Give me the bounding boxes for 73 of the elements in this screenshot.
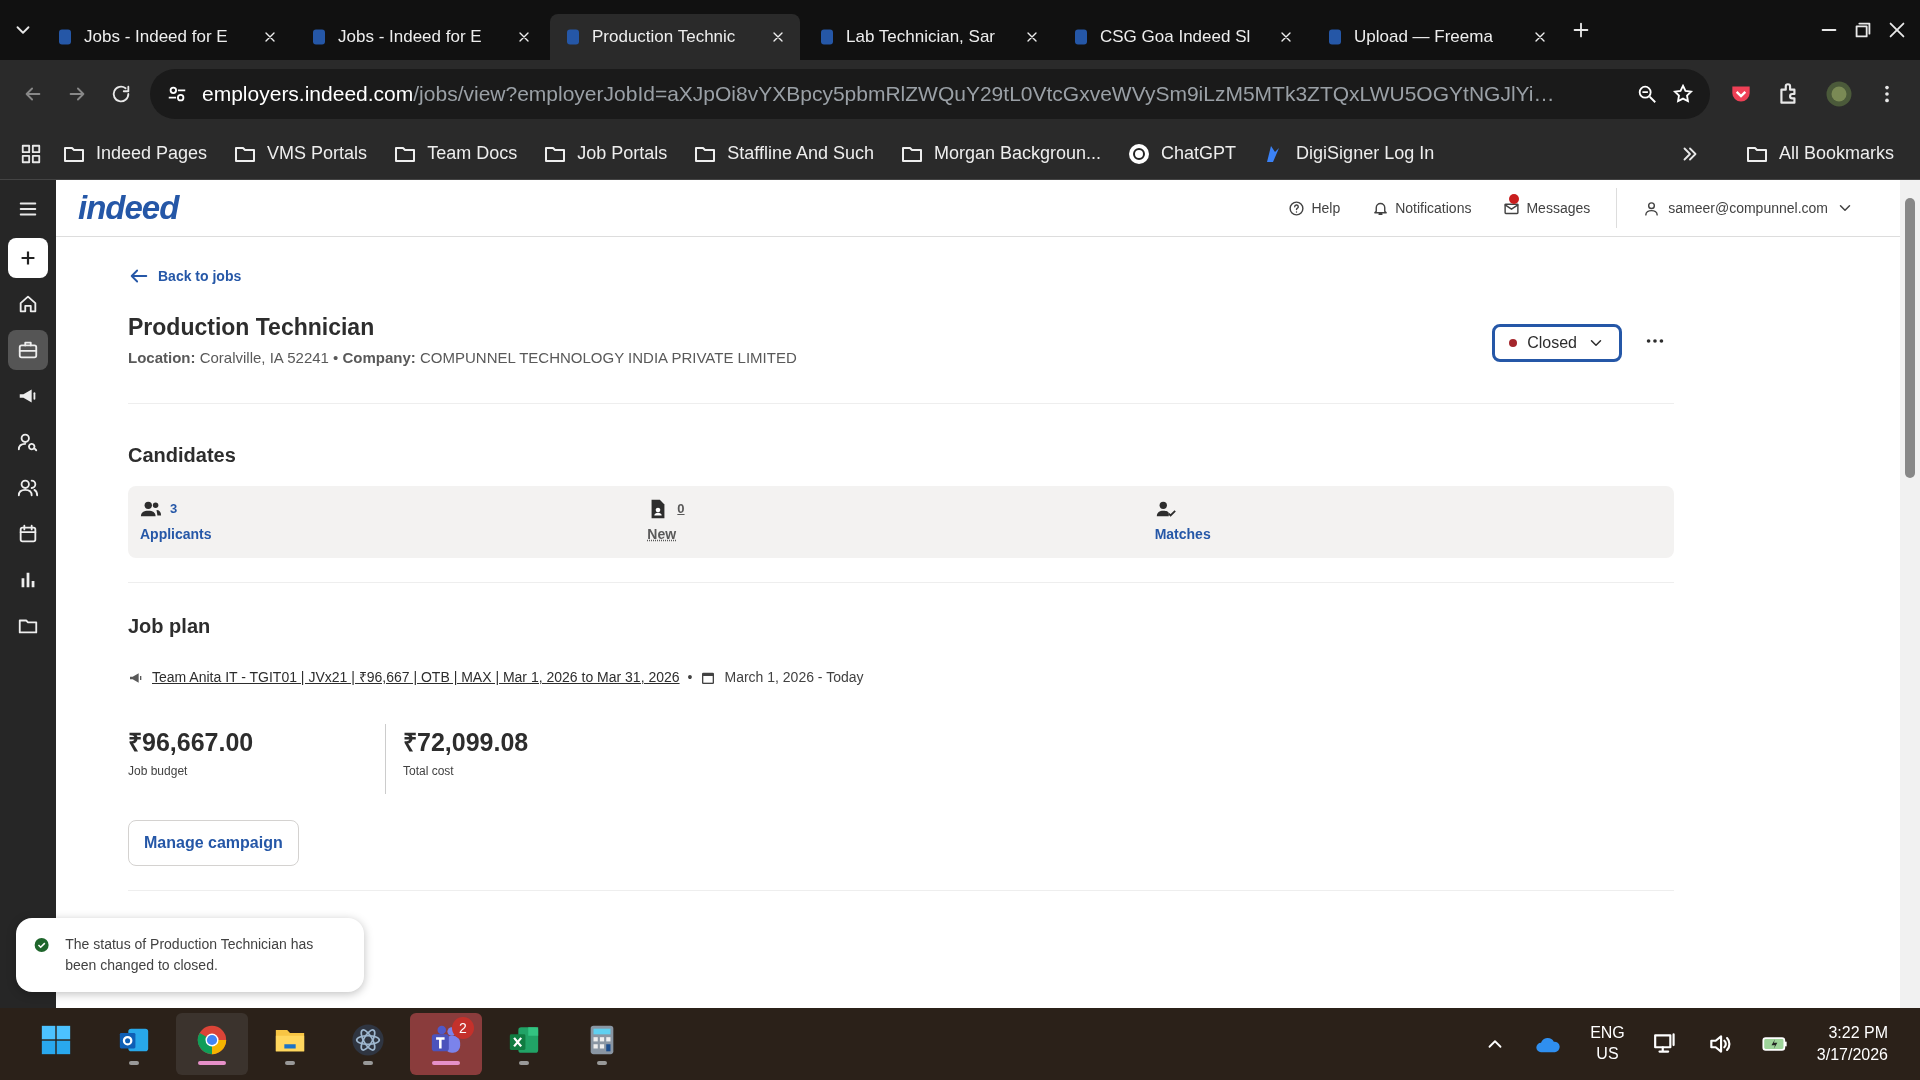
candidate-link[interactable]: New bbox=[647, 524, 677, 545]
scrollbar-thumb[interactable] bbox=[1905, 198, 1915, 478]
help-icon bbox=[1288, 199, 1306, 217]
browser-tab[interactable]: CSG Goa Indeed Sl bbox=[1058, 14, 1308, 60]
bookmark[interactable]: Indeed Pages bbox=[52, 136, 218, 171]
url-text: employers.indeed.com/jobs/view?employerJobId=aXJpOi8vYXBpcy5pbmRlZWQuY29tL0VtcGxveWVySm9iLzM5MTk3ZTQxLWU5OGYtNGJlYi… bbox=[202, 81, 1555, 108]
home-icon bbox=[17, 293, 39, 315]
candidate-link[interactable]: Matches bbox=[1154, 524, 1211, 545]
atom-app-icon bbox=[351, 1023, 385, 1057]
browser-tab[interactable]: Jobs - Indeed for E bbox=[296, 14, 546, 60]
manage-campaign-button[interactable]: Manage campaign bbox=[128, 819, 299, 866]
favicon-icon bbox=[56, 28, 74, 46]
notification-badge: 2 bbox=[452, 1017, 474, 1039]
browser-tab[interactable]: Jobs - Indeed for E bbox=[42, 14, 292, 60]
add-button[interactable] bbox=[8, 238, 48, 278]
briefcase-icon bbox=[17, 339, 39, 361]
amount-label: Job budget bbox=[128, 762, 189, 780]
person-icon bbox=[1643, 199, 1661, 217]
clock[interactable]: 3:22 PM 3/17/2026 bbox=[1812, 1017, 1892, 1071]
zoom-icon[interactable] bbox=[1636, 83, 1658, 105]
toast-message: The status of Production Technician has been changed to closed. bbox=[65, 935, 315, 975]
status-dot bbox=[1509, 339, 1518, 347]
candidate-link[interactable]: Applicants bbox=[140, 524, 212, 545]
bookmark[interactable]: Morgan Backgroun... bbox=[890, 136, 1112, 171]
bookmark[interactable]: VMS Portals bbox=[223, 136, 378, 171]
reload-icon[interactable] bbox=[110, 83, 132, 105]
account-menu[interactable]: sameer@compunnel.com bbox=[1637, 196, 1860, 220]
bookmark[interactable]: ChatGPT bbox=[1117, 136, 1247, 171]
job-details: Location: Coralville, IA 52241 • Company: COMPUNNEL TECHNOLOGY INDIA PRIVATE LIMITED bbox=[128, 347, 798, 368]
taskbar-app[interactable]: 2 bbox=[410, 1013, 482, 1075]
job-title: Production Technician bbox=[128, 313, 376, 342]
favicon-icon bbox=[310, 28, 328, 46]
favicon-icon bbox=[1072, 28, 1090, 46]
status-dropdown[interactable]: Closed bbox=[1492, 324, 1622, 362]
browser-tab[interactable]: Lab Technician, Sar bbox=[804, 14, 1054, 60]
messages-link[interactable]: Messages bbox=[1497, 196, 1597, 220]
star-icon[interactable] bbox=[1672, 83, 1694, 105]
date-range: March 1, 2026 - Today bbox=[724, 668, 864, 687]
browser-app-icon bbox=[195, 1023, 229, 1057]
amount-label: Total cost bbox=[403, 762, 455, 780]
chat-logo-icon bbox=[1127, 141, 1152, 166]
address-bar[interactable]: employers.indeed.com/jobs/view?employerJobId=aXJpOi8vYXBpcy5pbmRlZWQuY29tL0VtcGxveWVySm9iLzM5MTk3ZTQxLWU5OGYtNGJlYi… bbox=[150, 69, 1710, 119]
section-title: Candidates bbox=[128, 443, 237, 468]
bookmark[interactable]: Staffline And Such bbox=[683, 136, 884, 171]
candidate-count[interactable]: 0 bbox=[677, 499, 685, 519]
favicon-icon bbox=[818, 28, 836, 46]
section-title: Job plan bbox=[128, 614, 212, 639]
favicon-icon bbox=[1326, 28, 1344, 46]
bookmark[interactable]: Job Portals bbox=[533, 136, 678, 171]
bookmark[interactable]: All Bookmarks bbox=[1734, 136, 1904, 171]
amount-value: ₹96,667.00 bbox=[128, 727, 255, 758]
candidate-count[interactable]: 3 bbox=[170, 499, 178, 519]
back-link[interactable]: Back to jobs bbox=[128, 265, 242, 287]
amount-value: ₹72,099.08 bbox=[403, 727, 529, 758]
calendar-icon bbox=[17, 523, 39, 545]
browser-tab[interactable]: Upload — Freema bbox=[1312, 14, 1562, 60]
sidebar-item[interactable] bbox=[8, 330, 48, 370]
browser-tab[interactable]: Production Technic bbox=[550, 14, 800, 60]
apps-grid-icon[interactable] bbox=[20, 142, 42, 165]
start-icon bbox=[39, 1023, 73, 1057]
bookmark[interactable]: DigiSigner Log In bbox=[1252, 136, 1445, 171]
person-search-icon bbox=[17, 431, 39, 453]
people-icon bbox=[17, 477, 39, 499]
profile-avatar-icon[interactable] bbox=[1824, 79, 1854, 109]
favicon-icon bbox=[564, 28, 582, 46]
help-link[interactable]: Help bbox=[1282, 196, 1347, 220]
separator-dot: • bbox=[687, 668, 693, 687]
notifications-link[interactable]: Notifications bbox=[1366, 196, 1478, 220]
campaign-link[interactable]: Team Anita IT - TGIT01 | JVx21 | ₹96,667 | OTB | MAX | Mar 1, 2026 to Mar 31, 2026 bbox=[152, 667, 680, 688]
language-indicator[interactable]: ENG US bbox=[1586, 1019, 1629, 1069]
taskbar-app[interactable] bbox=[176, 1013, 248, 1075]
indeed-logo[interactable]: indeed bbox=[78, 183, 179, 233]
bookmark[interactable]: Team Docs bbox=[383, 136, 528, 171]
